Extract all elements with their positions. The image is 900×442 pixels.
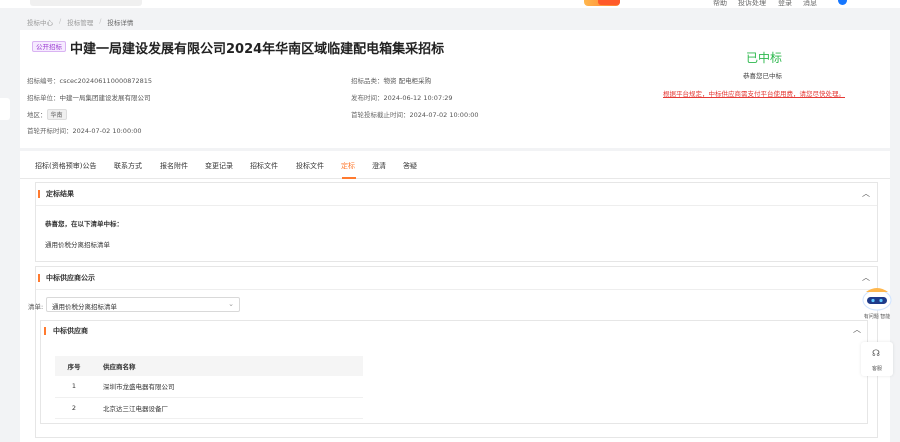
region-tag: 华南	[46, 109, 67, 120]
headset-icon: ☊	[872, 349, 880, 359]
tab-qa[interactable]: 答疑	[403, 161, 417, 171]
award-status-subtitle: 恭喜您已中标	[743, 72, 782, 80]
nav-help[interactable]: 帮助	[713, 0, 727, 8]
award-result-section: 定标结果 ︿ 恭喜您，在以下清单中标： 通用价税分离招标清单	[35, 182, 878, 262]
section-accent-bar	[38, 274, 40, 282]
winning-supplier-table: 序号 供应商名称 1 深圳市龙盛电器有限公司 2 北京达三江电器设备厂	[55, 356, 363, 419]
section-title: 定标结果	[46, 190, 74, 198]
award-list-name: 通用价税分离招标清单	[45, 241, 110, 249]
info-value: cscec202406110000872815	[59, 77, 153, 85]
info-value: 2024-07-02 10:00:00	[72, 127, 142, 135]
list-select-label: 清单:	[28, 303, 44, 311]
nav-messages[interactable]: 消息	[803, 0, 817, 8]
breadcrumb-separator: /	[99, 17, 102, 25]
avatar[interactable]	[838, 0, 847, 5]
table-row: 2 北京达三江电器设备厂	[55, 397, 363, 419]
row-index: 2	[55, 397, 93, 419]
tab-attachments[interactable]: 报名附件	[160, 161, 188, 171]
tab-clarification[interactable]: 澄清	[372, 161, 386, 171]
side-collapse-handle[interactable]	[0, 98, 10, 120]
supplier-name: 北京达三江电器设备厂	[93, 397, 363, 419]
winning-supplier-title: 中标供应商	[53, 327, 88, 335]
info-label: 招标单位：	[27, 94, 60, 102]
chevron-down-icon: ⌄	[228, 300, 234, 308]
tab-tender-docs[interactable]: 招标文件	[250, 161, 278, 171]
info-tender-unit: 招标单位：中建一局集团建设发展有限公司	[27, 92, 151, 102]
logo[interactable]	[30, 0, 142, 6]
info-label: 首轮开标时间：	[27, 127, 73, 135]
customer-service-label: 客服	[871, 366, 882, 372]
info-label: 招标编号：	[27, 77, 60, 85]
info-value: 2024-06-12 10:07:29	[383, 94, 453, 102]
platform-fee-notice-link[interactable]: 根据平台规定，中标供应商需支付平台使用费，请您尽快处理。	[663, 88, 845, 98]
nav-login[interactable]: 登录	[778, 0, 792, 8]
table-row: 1 深圳市龙盛电器有限公司	[55, 376, 363, 398]
breadcrumb-item-current: 投标详情	[107, 19, 134, 27]
info-first-open-time: 首轮开标时间：2024-07-02 10:00:00	[27, 125, 142, 135]
award-congrats-text: 恭喜您，在以下清单中标：	[45, 220, 123, 228]
section-title: 中标供应商公示	[46, 274, 95, 282]
section-header[interactable]: 定标结果 ︿	[36, 183, 877, 205]
assistant-bot-label: 有问题 智能	[863, 314, 891, 320]
info-tender-number: 招标编号：cscec202406110000872815	[27, 75, 152, 85]
info-value: 物资 配电柜采购	[383, 77, 432, 85]
info-category: 招标品类：物资 配电柜采购	[351, 75, 431, 85]
info-value: 中建一局集团建设发展有限公司	[59, 94, 151, 102]
award-status: 已中标	[746, 51, 783, 65]
tab-contact[interactable]: 联系方式	[114, 161, 142, 171]
chevron-up-icon[interactable]: ︿	[862, 272, 870, 283]
section-body: 恭喜您，在以下清单中标： 通用价税分离招标清单	[36, 205, 877, 262]
column-header-supplier: 供应商名称	[93, 356, 363, 376]
top-bar: 帮助 投诉处理 登录 消息	[0, 0, 900, 8]
supplier-name: 深圳市龙盛电器有限公司	[93, 376, 363, 398]
info-value: 2024-07-02 10:00:00	[409, 111, 479, 119]
info-region: 地区： 华南	[27, 109, 67, 120]
customer-service-widget[interactable]: ☊ 客服	[861, 342, 893, 376]
tab-bar: 招标(资格预审)公告 联系方式 报名附件 变更记录 招标文件 投标文件 定标 澄…	[20, 151, 890, 179]
nav-complaint[interactable]: 投诉处理	[738, 0, 766, 8]
info-publish-time: 发布时间：2024-06-12 10:07:29	[351, 92, 453, 102]
info-label: 发布时间：	[351, 94, 384, 102]
tab-announcement[interactable]: 招标(资格预审)公告	[35, 161, 96, 171]
breadcrumb-item-manage[interactable]: 投标管理	[67, 17, 93, 27]
section-header[interactable]: 中标供应商公示 ︿	[36, 267, 877, 289]
row-index: 1	[55, 376, 93, 398]
tab-bid-docs[interactable]: 投标文件	[296, 161, 324, 171]
active-tab-indicator	[342, 177, 356, 179]
info-label: 地区：	[27, 111, 47, 119]
chevron-up-icon[interactable]: ︿	[862, 188, 870, 199]
list-select-value: 通用价税分离招标清单	[52, 303, 117, 311]
breadcrumb: 投标中心 / 投标管理 / 投标详情	[27, 17, 133, 27]
promo-badge	[598, 0, 620, 5]
breadcrumb-separator: /	[59, 17, 62, 25]
assistant-bot-widget[interactable]: 有问题 智能	[858, 286, 896, 336]
info-label: 首轮投标截止时间：	[351, 111, 410, 119]
tab-change-log[interactable]: 变更记录	[205, 161, 233, 171]
breadcrumb-item-home[interactable]: 投标中心	[27, 17, 53, 27]
robot-icon	[862, 288, 892, 311]
section-accent-bar	[44, 327, 46, 335]
tab-award[interactable]: 定标	[341, 161, 355, 171]
page-title: 中建一局建设发展有限公司2024年华南区域临建配电箱集采招标	[70, 42, 445, 57]
section-accent-bar	[38, 190, 40, 198]
table-header-row: 序号 供应商名称	[55, 356, 363, 376]
column-header-index: 序号	[55, 356, 93, 376]
list-select[interactable]: 通用价税分离招标清单 ⌄	[46, 297, 240, 312]
info-label: 招标品类：	[351, 77, 384, 85]
info-bid-deadline: 首轮投标截止时间：2024-07-02 10:00:00	[351, 109, 479, 119]
tender-type-badge: 公开招标	[32, 41, 66, 52]
